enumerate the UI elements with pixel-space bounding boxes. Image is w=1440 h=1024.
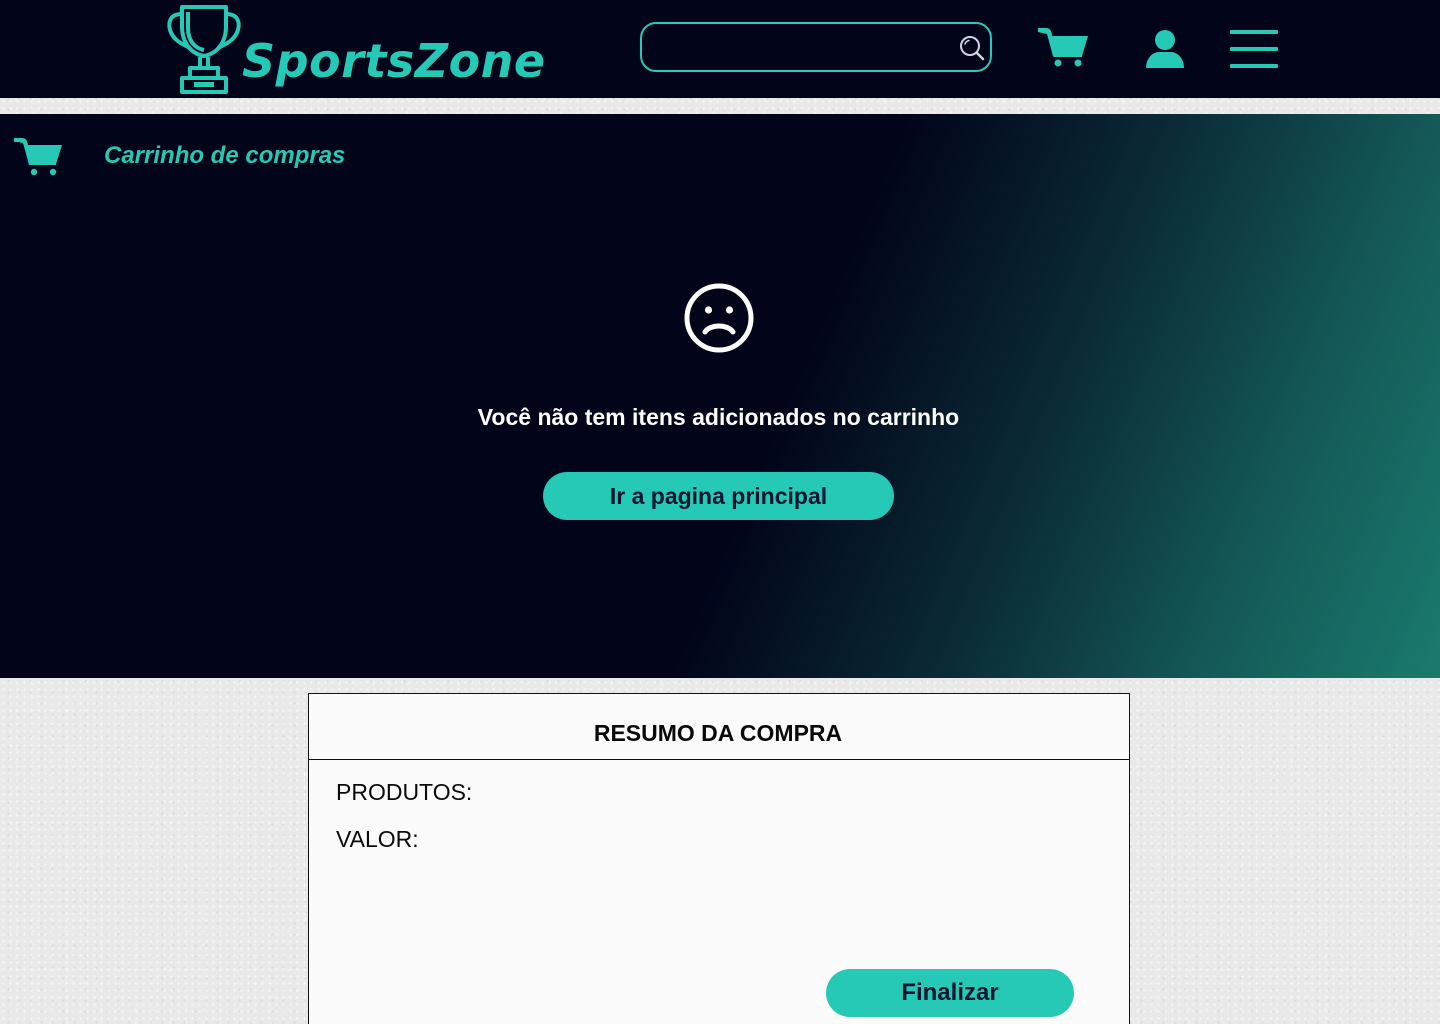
go-home-button[interactable]: Ir a pagina principal xyxy=(543,472,894,520)
search-icon[interactable] xyxy=(958,34,986,62)
brand-name: SportsZone xyxy=(242,38,546,84)
user-icon[interactable] xyxy=(1145,29,1185,69)
cart-icon[interactable] xyxy=(1038,28,1090,68)
site-header: SportsZone xyxy=(0,0,1440,98)
menu-line-top xyxy=(1230,30,1278,34)
purchase-summary-card: RESUMO DA COMPRA PRODUTOS: VALOR: Finali… xyxy=(308,693,1130,1024)
menu-line-middle xyxy=(1230,47,1278,51)
brand-name-first: Sports xyxy=(242,34,415,88)
trophy-icon xyxy=(167,5,241,94)
summary-title: RESUMO DA COMPRA xyxy=(593,720,843,746)
cart-panel xyxy=(0,114,1440,678)
search-input[interactable] xyxy=(656,32,946,62)
sad-face-icon xyxy=(684,283,754,353)
value-label: VALOR: xyxy=(336,826,419,852)
search-bar[interactable] xyxy=(640,22,992,72)
summary-header: RESUMO DA COMPRA xyxy=(309,694,1129,760)
hamburger-menu-icon[interactable] xyxy=(1230,30,1278,68)
menu-line-bottom xyxy=(1230,64,1278,68)
brand-name-second: Zone xyxy=(414,34,546,88)
cart-title: Carrinho de compras xyxy=(104,142,346,169)
empty-cart-message: Você não tem itens adicionados no carrin… xyxy=(477,404,960,430)
cart-icon xyxy=(14,138,62,176)
finalize-button[interactable]: Finalizar xyxy=(826,969,1074,1017)
brand-logo[interactable]: SportsZone xyxy=(164,2,564,96)
products-label: PRODUTOS: xyxy=(336,779,473,805)
